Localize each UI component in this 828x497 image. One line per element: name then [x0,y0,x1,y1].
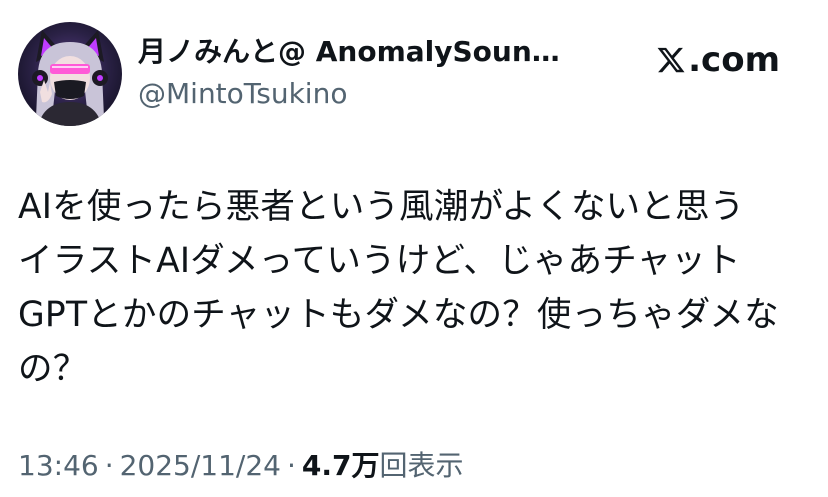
x-com-brand[interactable]: .com [656,38,780,82]
author-names: 月ノみんと@ AnomalySoun… @MintoTsukino [138,34,608,112]
tweet-body: AIを使ったら悪者という風潮がよくないと思う イラストAIダメっていうけど、じゃ… [18,180,818,396]
author-handle[interactable]: @MintoTsukino [138,76,608,112]
tweet-line-3: GPTとかのチャットもダメなの？使っちゃダメな [18,295,779,335]
x-logo-icon [657,47,685,73]
author-display-name[interactable]: 月ノみんと@ AnomalySoun… [138,34,608,70]
tweet-line-2: イラストAIダメっていうけど、じゃあチャット [18,241,741,281]
meta-separator: · [104,449,114,482]
tweet-line-1: AIを使ったら悪者という風潮がよくないと思う [18,187,745,227]
tweet-time[interactable]: 13:46 [18,449,99,482]
tweet-card: 月ノみんと@ AnomalySoun… @MintoTsukino .com A… [0,0,828,497]
brand-domain-text: .com [688,40,780,80]
avatar-illustration [18,22,122,126]
views-label: 回表示 [379,449,464,482]
avatar[interactable] [18,22,122,126]
views-count[interactable]: 4.7万 [302,449,380,482]
tweet-line-4: の？ [18,349,88,389]
tweet-meta: 13:46 · 2025/11/24 · 4.7万回表示 [18,446,464,486]
tweet-date[interactable]: 2025/11/24 [120,449,281,482]
meta-separator: · [287,449,296,482]
tweet-header: 月ノみんと@ AnomalySoun… @MintoTsukino .com [18,22,810,128]
